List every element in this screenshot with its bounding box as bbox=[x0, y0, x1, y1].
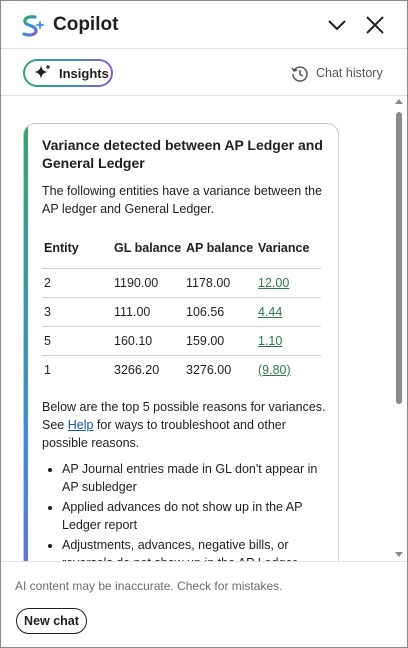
variance-link[interactable]: 4.44 bbox=[258, 305, 282, 319]
variance-table: Entity GL balance AP balance Variance 2 … bbox=[42, 228, 321, 384]
panel-toolbar: Insights Chat history bbox=[1, 50, 407, 96]
column-header-variance: Variance bbox=[256, 228, 321, 269]
insights-button-inner: Insights bbox=[25, 61, 111, 85]
cell-gl-balance: 1190.00 bbox=[112, 268, 184, 298]
cell-ap-balance: 3276.00 bbox=[186, 362, 232, 377]
table-row: 3 111.00 106.56 4.44 bbox=[42, 297, 321, 327]
card-accent-bar bbox=[24, 124, 28, 561]
insights-button[interactable]: Insights bbox=[23, 59, 113, 87]
reasons-line: Below are the top 5 possible reasons for… bbox=[42, 400, 326, 414]
column-header-ap-balance: AP balance bbox=[184, 228, 256, 269]
cell-entity: 2 bbox=[42, 268, 112, 298]
table-header-row: Entity GL balance AP balance Variance bbox=[42, 228, 321, 269]
cell-variance: 12.00 bbox=[256, 268, 321, 298]
variance-link[interactable]: (9.80) bbox=[258, 363, 291, 377]
new-chat-button[interactable]: New chat bbox=[16, 608, 87, 634]
chat-history-label: Chat history bbox=[316, 66, 383, 80]
cell-ap-balance: 106.56 bbox=[184, 297, 256, 327]
table-row: 1 3266.20 3276.00 (9.80) bbox=[42, 355, 321, 384]
cell-variance: (9.80) bbox=[256, 355, 321, 384]
cell-gl-balance: 111.00 bbox=[112, 297, 184, 327]
close-icon[interactable] bbox=[363, 13, 387, 37]
history-clock-icon bbox=[291, 66, 308, 82]
list-item: Adjustments, advances, negative bills, o… bbox=[62, 536, 326, 561]
list-item: Applied advances do not show up in the A… bbox=[62, 498, 326, 534]
cell-ap-balance: 1178.00 bbox=[184, 268, 256, 298]
help-link[interactable]: Help bbox=[68, 418, 94, 432]
chat-scroll-area[interactable]: Variance detected between AP Ledger and … bbox=[1, 97, 407, 561]
ai-disclaimer: AI content may be inaccurate. Check for … bbox=[15, 579, 283, 593]
cell-variance: 4.44 bbox=[256, 297, 321, 327]
cell-entity: 5 bbox=[42, 326, 112, 356]
reasons-paragraph: Below are the top 5 possible reasons for… bbox=[42, 398, 326, 452]
card-title: Variance detected between AP Ledger and … bbox=[42, 137, 323, 171]
column-header-entity: Entity bbox=[42, 228, 112, 269]
table-row: 2 1190.00 1178.00 12.00 bbox=[42, 268, 321, 298]
list-item: AP Journal entries made in GL don't appe… bbox=[62, 460, 326, 496]
card-body: Variance detected between AP Ledger and … bbox=[42, 136, 326, 561]
cell-entity: 1 bbox=[44, 362, 51, 377]
reasons-list: AP Journal entries made in GL don't appe… bbox=[42, 460, 326, 561]
panel-footer: AI content may be inaccurate. Check for … bbox=[1, 561, 407, 647]
panel-title: Copilot bbox=[53, 14, 119, 35]
copilot-logo-icon bbox=[22, 15, 44, 37]
chevron-down-icon[interactable] bbox=[325, 13, 349, 37]
variance-link[interactable]: 1.10 bbox=[258, 334, 282, 348]
cell-gl-balance: 3266.20 bbox=[114, 362, 160, 377]
cell-ap-balance: 159.00 bbox=[184, 326, 256, 356]
copilot-panel: Copilot Insights Chat history Variance d… bbox=[0, 0, 408, 648]
scroll-down-arrow-icon[interactable] bbox=[395, 552, 403, 557]
column-header-gl-balance: GL balance bbox=[112, 228, 184, 269]
card-intro: The following entities have a variance b… bbox=[42, 184, 323, 216]
cell-variance: 1.10 bbox=[256, 326, 321, 356]
vertical-scrollbar[interactable] bbox=[391, 97, 407, 561]
insights-label: Insights bbox=[59, 66, 109, 81]
cell-entity: 3 bbox=[42, 297, 112, 327]
table-row: 5 160.10 159.00 1.10 bbox=[42, 326, 321, 356]
insight-card: Variance detected between AP Ledger and … bbox=[23, 123, 339, 561]
sparkle-icon bbox=[34, 65, 50, 79]
scroll-up-arrow-icon[interactable] bbox=[395, 99, 403, 104]
scrollbar-thumb[interactable] bbox=[396, 112, 402, 404]
reasons-see: See bbox=[42, 418, 68, 432]
cell-gl-balance: 160.10 bbox=[112, 326, 184, 356]
panel-header: Copilot bbox=[1, 1, 407, 49]
variance-link[interactable]: 12.00 bbox=[258, 276, 289, 290]
